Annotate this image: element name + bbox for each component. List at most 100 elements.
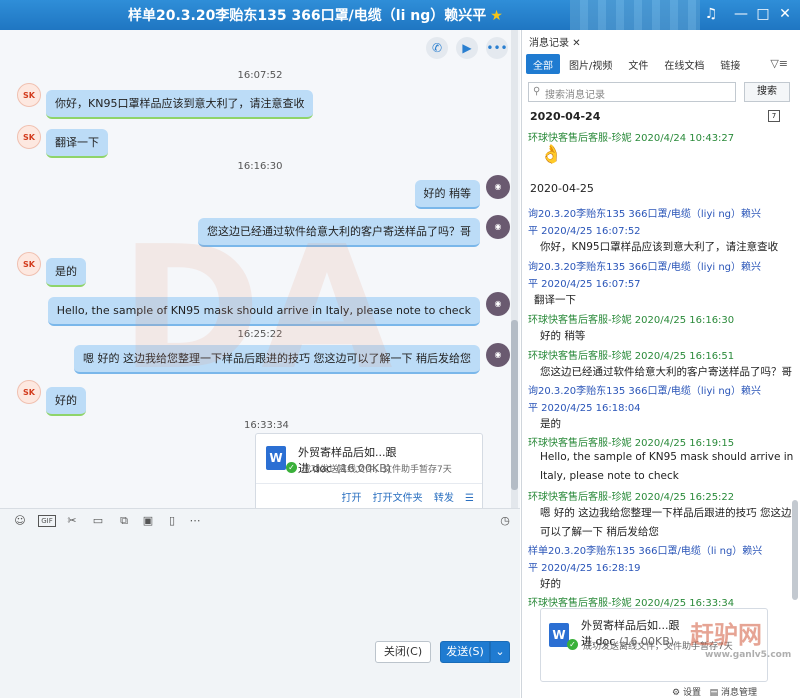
manage-icon[interactable]: ▤ (710, 688, 719, 698)
history-message: 可以了解一下 稍后发给您 (540, 526, 659, 538)
emoji-icon[interactable]: ☺ (12, 513, 28, 529)
clock-icon[interactable]: ◷ (497, 513, 513, 529)
close-button[interactable]: ✕ (774, 4, 796, 24)
maximize-button[interactable]: □ (752, 4, 774, 24)
history-sender: 询20.3.20李贻东135 366口罩/电缆（liyi ng）赖兴 (528, 209, 762, 220)
history-panel: 消息记录 ✕ 全部 图片/视频 文件 在线文档 链接 ▽≡ ⚲ 搜索消息记录 搜索… (521, 30, 800, 698)
history-sender: 样单20.3.20李贻东135 366口罩/电缆（li ng）赖兴 (528, 546, 763, 557)
avatar[interactable]: SK (17, 125, 41, 149)
file-status: 成功发送离线文件，文件助手暂存7天 (302, 465, 452, 475)
send-options-button[interactable]: ⌄ (490, 641, 510, 663)
check-icon: ✓ (567, 639, 578, 650)
star-icon[interactable]: ★ (490, 8, 503, 24)
history-date: 2020-04-25 (530, 182, 594, 195)
history-message: 翻译一下 (534, 294, 576, 306)
chat-scrollbar[interactable] (511, 30, 518, 508)
timestamp: 16:33:34 (244, 420, 289, 431)
ok-hand-icon: 👌 (540, 144, 563, 165)
history-sender: 平 2020/4/25 16:07:52 (528, 226, 641, 237)
timestamp: 16:07:52 (237, 70, 283, 81)
folder-icon[interactable]: ▭ (90, 513, 106, 529)
history-message: 嗯 好的 这边我给您整理一下样品后跟进的技巧 您这边 (540, 507, 792, 519)
message-bubble: 嗯 好的 这边我给您整理一下样品后跟进的技巧 您这边可以了解一下 稍后发给您 (74, 345, 480, 374)
history-sender: 环球快客售后客服-珍妮 2020/4/24 10:43:27 (528, 133, 735, 144)
history-tabs: 全部 图片/视频 文件 在线文档 链接 (526, 54, 747, 74)
history-tab[interactable]: 消息记录 ✕ (529, 34, 581, 49)
filter-icon[interactable]: ▽≡ (770, 57, 788, 70)
avatar[interactable]: SK (17, 83, 41, 107)
search-icon: ⚲ (533, 86, 541, 97)
avatar[interactable]: SK (17, 380, 41, 404)
bell-icon[interactable]: ♫ (700, 4, 722, 24)
file-card[interactable]: W 外贸寄样品后如...跟进.doc (16.00KB) ✓ 成功发送离线文件，文… (255, 433, 483, 511)
message-manage-link[interactable]: 消息管理 (721, 688, 757, 698)
message-bubble: 好的 稍等 (414, 180, 480, 209)
history-sender: 环球快客售后客服-珍妮 2020/4/25 16:16:30 (528, 315, 735, 326)
gif-icon[interactable]: GIF (38, 515, 56, 527)
history-sender: 环球快客售后客服-珍妮 2020/4/25 16:25:22 (528, 492, 735, 503)
timestamp: 16:25:22 (237, 329, 283, 340)
history-sender: 平 2020/4/25 16:28:19 (528, 563, 641, 574)
menu-icon[interactable]: ☰ (465, 493, 474, 504)
divider (256, 483, 482, 484)
history-message: 你好，KN95口罩样品应该到意大利了，请注意查收 (540, 241, 779, 253)
tab-media[interactable]: 图片/视频 (562, 54, 619, 74)
more-tools-icon[interactable]: ⋯ (187, 513, 203, 529)
avatar[interactable]: ◉ (486, 292, 510, 316)
scrollbar-thumb[interactable] (511, 320, 518, 490)
toolbar: ☺ GIF ✂ ▭ ⧉ ▣ ▯ ⋯ ◷ (0, 508, 520, 534)
word-doc-icon: W (266, 446, 286, 470)
open-folder-link[interactable]: 打开文件夹 (373, 493, 423, 504)
message-bubble: 翻译一下 (46, 129, 108, 158)
close-chat-button[interactable]: 关闭(C) (375, 641, 431, 663)
tab-files[interactable]: 文件 (621, 54, 655, 74)
settings-icon[interactable]: ⚙ (672, 688, 680, 698)
forward-link[interactable]: 转发 (434, 493, 454, 504)
settings-link[interactable]: 设置 (683, 688, 701, 698)
avatar[interactable]: ◉ (486, 175, 510, 199)
history-file-card[interactable]: W 外贸寄样品后如...跟进.doc (16.00KB) ✓ 成功发送离线文件，文… (540, 608, 768, 682)
history-message: 您这边已经通过软件给意大利的客户寄送样品了吗？哥 (540, 366, 792, 378)
message-input[interactable] (0, 534, 520, 634)
image-icon[interactable]: ▣ (140, 513, 156, 529)
message-bubble: 您这边已经通过软件给意大利的客户寄送样品了吗？哥 (198, 218, 480, 247)
tab-all[interactable]: 全部 (526, 54, 560, 74)
avatar[interactable]: SK (17, 252, 41, 276)
minimize-button[interactable]: — (730, 4, 752, 24)
open-file-link[interactable]: 打开 (341, 493, 361, 504)
history-sender: 平 2020/4/25 16:18:04 (528, 403, 641, 414)
file-transfer-icon[interactable]: ⧉ (116, 513, 132, 529)
avatar[interactable]: ◉ (486, 343, 510, 367)
message-bubble: 好的 (46, 387, 86, 416)
more-icon[interactable]: ••• (486, 37, 508, 59)
search-button[interactable]: 搜索 (744, 82, 790, 102)
tab-docs[interactable]: 在线文档 (657, 54, 711, 74)
title-decoration (570, 0, 700, 30)
history-sender: 环球快客售后客服-珍妮 2020/4/25 16:33:34 (528, 598, 735, 609)
message-bubble: 你好，KN95口罩样品应该到意大利了，请注意查收 (46, 90, 314, 119)
file-status: 成功发送离线文件，文件助手暂存7天 (583, 642, 733, 652)
message-bubble: Hello, the sample of KN95 mask should ar… (47, 297, 480, 326)
history-message: 好的 稍等 (540, 330, 586, 342)
window-title: 样单20.3.20李贻东135 366口罩/电缆（li ng）赖兴平 ★ (128, 8, 503, 24)
word-doc-icon: W (549, 623, 569, 647)
send-button[interactable]: 发送(S) (440, 641, 490, 663)
scissors-icon[interactable]: ✂ (64, 513, 80, 529)
phone-icon[interactable]: ✆ (426, 37, 448, 59)
history-sender: 平 2020/4/25 16:07:57 (528, 279, 641, 290)
screen-icon[interactable]: ▯ (164, 513, 180, 529)
calendar-icon[interactable]: 7 (768, 110, 780, 122)
title-bar: 样单20.3.20李贻东135 366口罩/电缆（li ng）赖兴平 ★ ♫ — … (0, 0, 800, 30)
history-sender: 环球快客售后客服-珍妮 2020/4/25 16:19:15 (528, 438, 735, 449)
tab-links[interactable]: 链接 (713, 54, 747, 74)
close-icon[interactable]: ✕ (572, 38, 580, 49)
history-scrollbar[interactable] (792, 500, 798, 600)
avatar[interactable]: ◉ (486, 215, 510, 239)
timestamp: 16:16:30 (237, 161, 283, 172)
history-search-input[interactable]: ⚲ 搜索消息记录 (528, 82, 736, 102)
check-icon: ✓ (286, 462, 297, 473)
history-message: 好的 (540, 578, 561, 590)
video-icon[interactable]: ▶ (456, 37, 478, 59)
history-sender: 询20.3.20李贻东135 366口罩/电缆（liyi ng）赖兴 (528, 262, 762, 273)
history-message: Italy, please note to check (540, 470, 679, 482)
